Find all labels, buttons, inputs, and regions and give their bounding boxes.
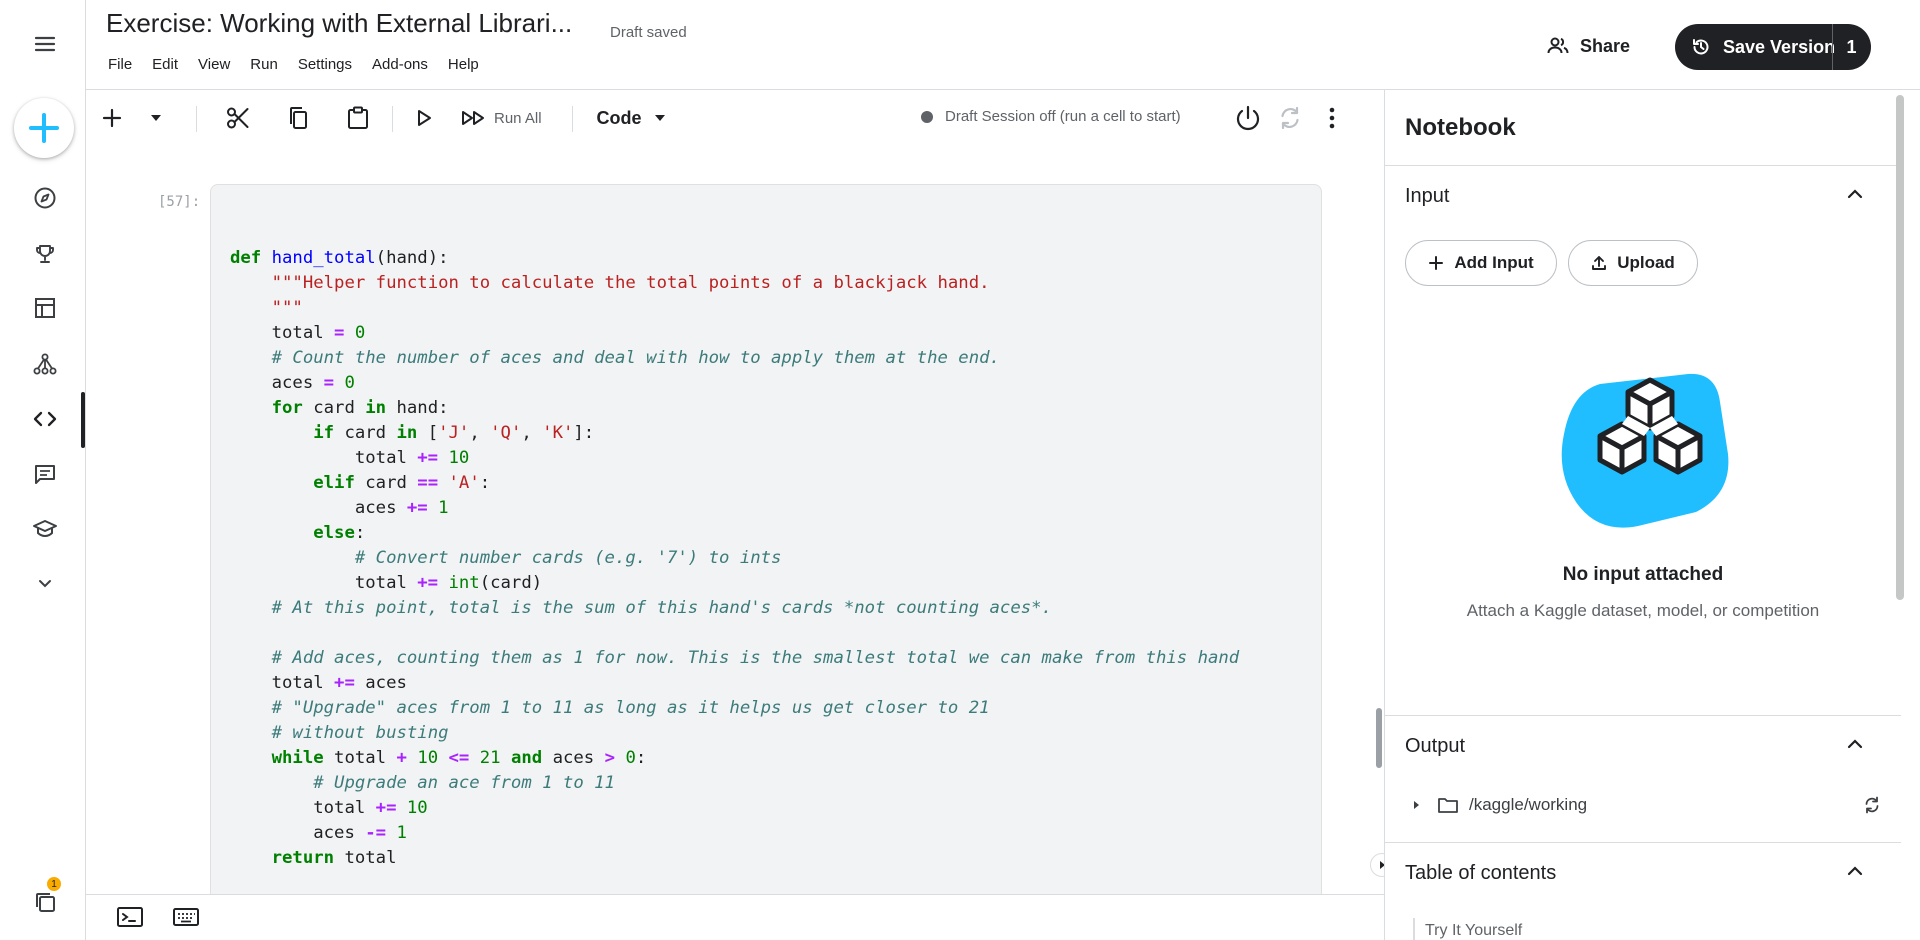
share-button[interactable]: Share xyxy=(1546,28,1630,64)
cell-type-select[interactable]: Code xyxy=(586,100,676,136)
menu-run[interactable]: Run xyxy=(250,56,278,73)
session-status: Draft Session off (run a cell to start) xyxy=(921,108,1181,125)
learn-icon[interactable] xyxy=(23,507,67,551)
menu-edit[interactable]: Edit xyxy=(152,56,178,73)
caret-down-icon xyxy=(151,115,161,121)
caret-right-icon xyxy=(1414,801,1419,809)
add-input-label: Add Input xyxy=(1454,253,1534,272)
more-vert-icon xyxy=(1329,107,1335,129)
plus-icon xyxy=(1429,256,1444,270)
add-cell-dropdown[interactable] xyxy=(138,100,174,136)
copy-icon xyxy=(290,107,307,129)
upload-icon xyxy=(1592,256,1607,270)
draft-status: Draft saved xyxy=(610,24,687,41)
panel-divider xyxy=(1385,165,1901,166)
notebook-header: Exercise: Working with External Librari.… xyxy=(86,0,1920,90)
keyboard-icon[interactable] xyxy=(172,905,200,929)
toc-item[interactable]: Try It Yourself xyxy=(1425,922,1522,940)
session-status-dot xyxy=(921,110,933,123)
comments-icon[interactable] xyxy=(23,452,67,496)
code-cell[interactable]: def hand_total(hand): """Helper function… xyxy=(210,184,1322,894)
panel-divider xyxy=(1385,715,1901,716)
panel-scrollbar[interactable] xyxy=(1896,95,1904,600)
notification-badge: 1 xyxy=(47,877,61,891)
no-input-subtitle: Attach a Kaggle dataset, model, or compe… xyxy=(1466,601,1820,620)
cubes-illustration-icon xyxy=(1561,373,1729,528)
notebook-toolbar: Run All Code Draft Session off (run a ce… xyxy=(86,90,1384,146)
panel-title: Notebook xyxy=(1405,114,1516,141)
output-folder-row[interactable]: /kaggle/working xyxy=(1405,790,1881,820)
menu-view[interactable]: View xyxy=(198,56,230,73)
power-icon xyxy=(1236,105,1260,131)
menu-settings[interactable]: Settings xyxy=(298,56,352,73)
toolbar-divider xyxy=(392,106,393,132)
run-cell-button[interactable] xyxy=(406,100,442,136)
refresh-icon xyxy=(1281,106,1299,130)
notebook-editor: [57]: def hand_total(hand): """Helper fu… xyxy=(86,146,1384,894)
add-cell-button[interactable] xyxy=(94,100,130,136)
cut-button[interactable] xyxy=(220,100,256,136)
menu-bar: File Edit View Run Settings Add-ons Help xyxy=(108,56,499,73)
power-button[interactable] xyxy=(1228,100,1268,136)
share-label: Share xyxy=(1580,35,1631,56)
session-status-text: Draft Session off (run a cell to start) xyxy=(945,108,1181,125)
code-cell-source[interactable]: def hand_total(hand): """Helper function… xyxy=(230,221,1239,894)
left-nav-rail: 1 xyxy=(0,0,86,940)
bottom-bar xyxy=(86,894,1384,940)
trophy-icon[interactable] xyxy=(23,232,67,276)
cell-execution-count: [57]: xyxy=(158,194,201,210)
output-folder-path: /kaggle/working xyxy=(1469,795,1588,814)
paste-button[interactable] xyxy=(340,100,376,136)
menu-file[interactable]: File xyxy=(108,56,132,73)
create-button[interactable] xyxy=(14,98,74,158)
plus-icon xyxy=(29,113,59,143)
restart-button[interactable] xyxy=(1272,100,1308,136)
refresh-icon[interactable] xyxy=(1863,796,1881,814)
copy-button[interactable] xyxy=(280,100,316,136)
no-input-title: No input attached xyxy=(1562,564,1724,585)
cell-type-value: Code xyxy=(596,107,642,128)
notebook-title[interactable]: Exercise: Working with External Librari.… xyxy=(106,8,572,39)
notebook-side-panel: Notebook Input Add Input Upload No input… xyxy=(1384,90,1920,940)
output-section-title[interactable]: Output xyxy=(1405,735,1465,758)
active-nav-indicator xyxy=(81,392,85,448)
input-section-title[interactable]: Input xyxy=(1405,185,1449,208)
run-all-button[interactable]: Run All xyxy=(460,100,570,136)
chevron-down-icon[interactable] xyxy=(23,562,67,606)
editor-scrollbar[interactable] xyxy=(1376,708,1382,768)
scissors-icon xyxy=(227,107,249,129)
play-icon xyxy=(418,110,431,126)
input-collapse-chevron-up-icon[interactable] xyxy=(1841,180,1869,208)
panel-divider xyxy=(1385,842,1901,843)
upload-button[interactable]: Upload xyxy=(1568,240,1698,286)
toc-section-title[interactable]: Table of contents xyxy=(1405,862,1556,885)
fast-forward-icon xyxy=(462,111,484,125)
add-input-button[interactable]: Add Input xyxy=(1405,240,1557,286)
table-icon[interactable] xyxy=(23,286,67,330)
save-version-count[interactable]: 1 xyxy=(1832,37,1871,58)
run-all-label: Run All xyxy=(494,109,542,127)
menu-help[interactable]: Help xyxy=(448,56,479,73)
output-collapse-chevron-up-icon[interactable] xyxy=(1841,730,1869,758)
models-icon[interactable] xyxy=(23,342,67,386)
more-options-button[interactable] xyxy=(1318,100,1346,136)
code-icon[interactable] xyxy=(23,397,67,441)
toc-indent-line xyxy=(1413,918,1415,940)
compass-icon[interactable] xyxy=(23,176,67,220)
folder-icon xyxy=(1438,798,1458,813)
toc-collapse-chevron-up-icon[interactable] xyxy=(1841,857,1869,885)
toolbar-divider xyxy=(196,106,197,132)
toolbar-divider xyxy=(572,106,573,132)
history-icon xyxy=(1693,39,1709,55)
menu-icon[interactable] xyxy=(23,22,67,66)
save-version-label: Save Version xyxy=(1723,36,1836,57)
people-icon xyxy=(1547,37,1569,54)
menu-add-ons[interactable]: Add-ons xyxy=(372,56,428,73)
upload-label: Upload xyxy=(1617,253,1675,272)
clipboard-icon xyxy=(348,106,368,129)
console-icon[interactable] xyxy=(116,905,144,929)
caret-down-icon xyxy=(654,115,665,121)
plus-icon xyxy=(102,108,122,128)
save-version-button[interactable]: Save Version 1 xyxy=(1675,24,1871,70)
